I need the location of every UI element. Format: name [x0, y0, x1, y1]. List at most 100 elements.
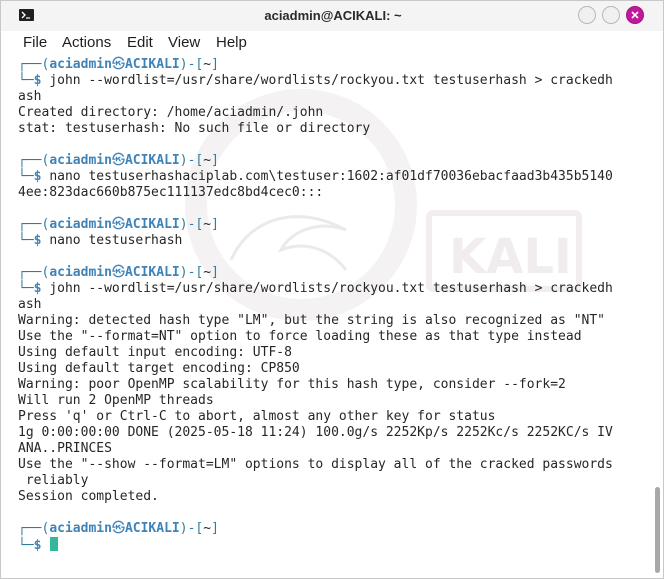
output-line: ash [18, 297, 41, 313]
prompt-separator: )-[ [179, 217, 204, 232]
minimize-button[interactable] [578, 6, 596, 24]
prompt-user: aciadmin [49, 521, 112, 536]
output-text: Warning: poor OpenMP scalability for thi… [18, 377, 566, 392]
prompt-at-symbol: ㉿ [111, 521, 125, 536]
menu-actions[interactable]: Actions [62, 31, 111, 55]
output-text: Using default input encoding: UTF-8 [18, 345, 292, 360]
terminal-output[interactable]: KALI ┌──(aciadmin㉿ACIKALI)-[~] └─$ john -… [1, 55, 663, 578]
prompt-dir-close: ] [211, 57, 219, 72]
prompt-directory: ~ [203, 265, 212, 280]
command-line: └─$ nano testuserhashaciplab.com\testuse… [18, 169, 613, 185]
prompt-user: aciadmin [49, 217, 112, 232]
output-text: Created directory: /home/aciadmin/.john [18, 105, 324, 120]
prompt-at-symbol: ㉿ [111, 217, 125, 232]
prompt-open: ┌──( [18, 153, 50, 168]
text-cursor [50, 537, 59, 551]
prompt-user: aciadmin [49, 57, 112, 72]
output-line: stat: testuserhash: No such file or dire… [18, 121, 370, 137]
prompt-header-line: ┌──(aciadmin㉿ACIKALI)-[~] [18, 153, 219, 169]
menu-edit[interactable]: Edit [127, 31, 153, 55]
output-line: Session completed. [18, 489, 159, 505]
watermark-text: KALI [449, 229, 572, 285]
title-bar: aciadmin@ACIKALI: ~ [1, 1, 663, 32]
output-text: ANA..PRINCES [18, 441, 112, 456]
prompt-user: aciadmin [49, 153, 112, 168]
prompt-arrow: └─ [18, 281, 34, 296]
prompt-user: aciadmin [49, 265, 112, 280]
output-text: ash [18, 297, 42, 312]
prompt-open: ┌──( [18, 521, 50, 536]
output-text: Warning: detected hash type "LM", but th… [18, 313, 605, 328]
prompt-host: ACIKALI [124, 265, 180, 280]
prompt-separator: )-[ [179, 57, 204, 72]
output-text: Use the "--format=NT" option to force lo… [18, 329, 582, 344]
output-line: ash [18, 89, 41, 105]
command-text: nano testuserhash [49, 233, 183, 248]
command-line: └─$ john --wordlist=/usr/share/wordlists… [18, 73, 613, 89]
output-text: reliably [18, 473, 89, 488]
command-text: john --wordlist=/usr/share/wordlists/roc… [49, 281, 613, 296]
output-text: stat: testuserhash: No such file or dire… [18, 121, 371, 136]
prompt-directory: ~ [203, 57, 212, 72]
output-text: Press 'q' or Ctrl-C to abort, almost any… [18, 409, 496, 424]
prompt-arrow: └─ [18, 233, 34, 248]
output-line: 4ee:823dac660b875ec111137edc8bd4cec0::: [18, 185, 323, 201]
prompt-open: ┌──( [18, 57, 50, 72]
menu-bar: File Actions Edit View Help [1, 31, 663, 55]
prompt-host: ACIKALI [124, 153, 180, 168]
output-text: Using default target encoding: CP850 [18, 361, 300, 376]
output-line: Use the "--show --format=LM" options to … [18, 457, 613, 473]
command-text: john --wordlist=/usr/share/wordlists/roc… [49, 73, 613, 88]
output-line: reliably [18, 473, 89, 489]
prompt-arrow: └─ [18, 538, 34, 553]
prompt-arrow: └─ [18, 73, 34, 88]
close-button[interactable] [626, 6, 644, 24]
prompt-header-line: ┌──(aciadmin㉿ACIKALI)-[~] [18, 57, 219, 73]
prompt-separator: )-[ [179, 153, 204, 168]
scrollbar[interactable] [653, 55, 663, 578]
prompt-at-symbol: ㉿ [111, 57, 125, 72]
prompt-host: ACIKALI [124, 521, 180, 536]
prompt-dir-close: ] [211, 217, 219, 232]
window-title: aciadmin@ACIKALI: ~ [264, 8, 402, 23]
output-line: Warning: poor OpenMP scalability for thi… [18, 377, 566, 393]
prompt-host: ACIKALI [124, 57, 180, 72]
prompt-at-symbol: ㉿ [111, 265, 125, 280]
prompt-host: ACIKALI [124, 217, 180, 232]
output-text: ash [18, 89, 42, 104]
command-line: └─$ john --wordlist=/usr/share/wordlists… [18, 281, 613, 297]
output-text: 4ee:823dac660b875ec111137edc8bd4cec0::: [18, 185, 324, 200]
prompt-arrow: └─ [18, 169, 34, 184]
close-icon [631, 11, 639, 19]
output-text: Use the "--show --format=LM" options to … [18, 457, 613, 472]
output-line: Using default input encoding: UTF-8 [18, 345, 292, 361]
prompt-directory: ~ [203, 153, 212, 168]
output-line: Will run 2 OpenMP threads [18, 393, 214, 409]
prompt-dir-close: ] [211, 153, 219, 168]
prompt-separator: )-[ [179, 521, 204, 536]
prompt-separator: )-[ [179, 265, 204, 280]
output-line: Warning: detected hash type "LM", but th… [18, 313, 605, 329]
scrollbar-thumb[interactable] [655, 487, 660, 573]
prompt-header-line: ┌──(aciadmin㉿ACIKALI)-[~] [18, 521, 219, 537]
menu-help[interactable]: Help [216, 31, 247, 55]
output-line: Use the "--format=NT" option to force lo… [18, 329, 582, 345]
prompt-header-line: ┌──(aciadmin㉿ACIKALI)-[~] [18, 265, 219, 281]
output-text: 1g 0:00:00:00 DONE (2025-05-18 11:24) 10… [18, 425, 613, 440]
prompt-directory: ~ [203, 217, 212, 232]
output-text: Session completed. [18, 489, 159, 504]
maximize-button[interactable] [602, 6, 620, 24]
command-line: └─$ nano testuserhash [18, 233, 182, 249]
terminal-window: aciadmin@ACIKALI: ~ File Actions Edit Vi… [0, 0, 664, 579]
output-line: Using default target encoding: CP850 [18, 361, 300, 377]
menu-file[interactable]: File [23, 31, 47, 55]
command-line: └─$ [18, 537, 59, 553]
output-line: Created directory: /home/aciadmin/.john [18, 105, 323, 121]
prompt-at-symbol: ㉿ [111, 153, 125, 168]
menu-view[interactable]: View [168, 31, 200, 55]
prompt-dir-close: ] [211, 521, 219, 536]
output-text: Will run 2 OpenMP threads [18, 393, 214, 408]
prompt-dir-close: ] [211, 265, 219, 280]
prompt-open: ┌──( [18, 265, 50, 280]
output-line: Press 'q' or Ctrl-C to abort, almost any… [18, 409, 495, 425]
